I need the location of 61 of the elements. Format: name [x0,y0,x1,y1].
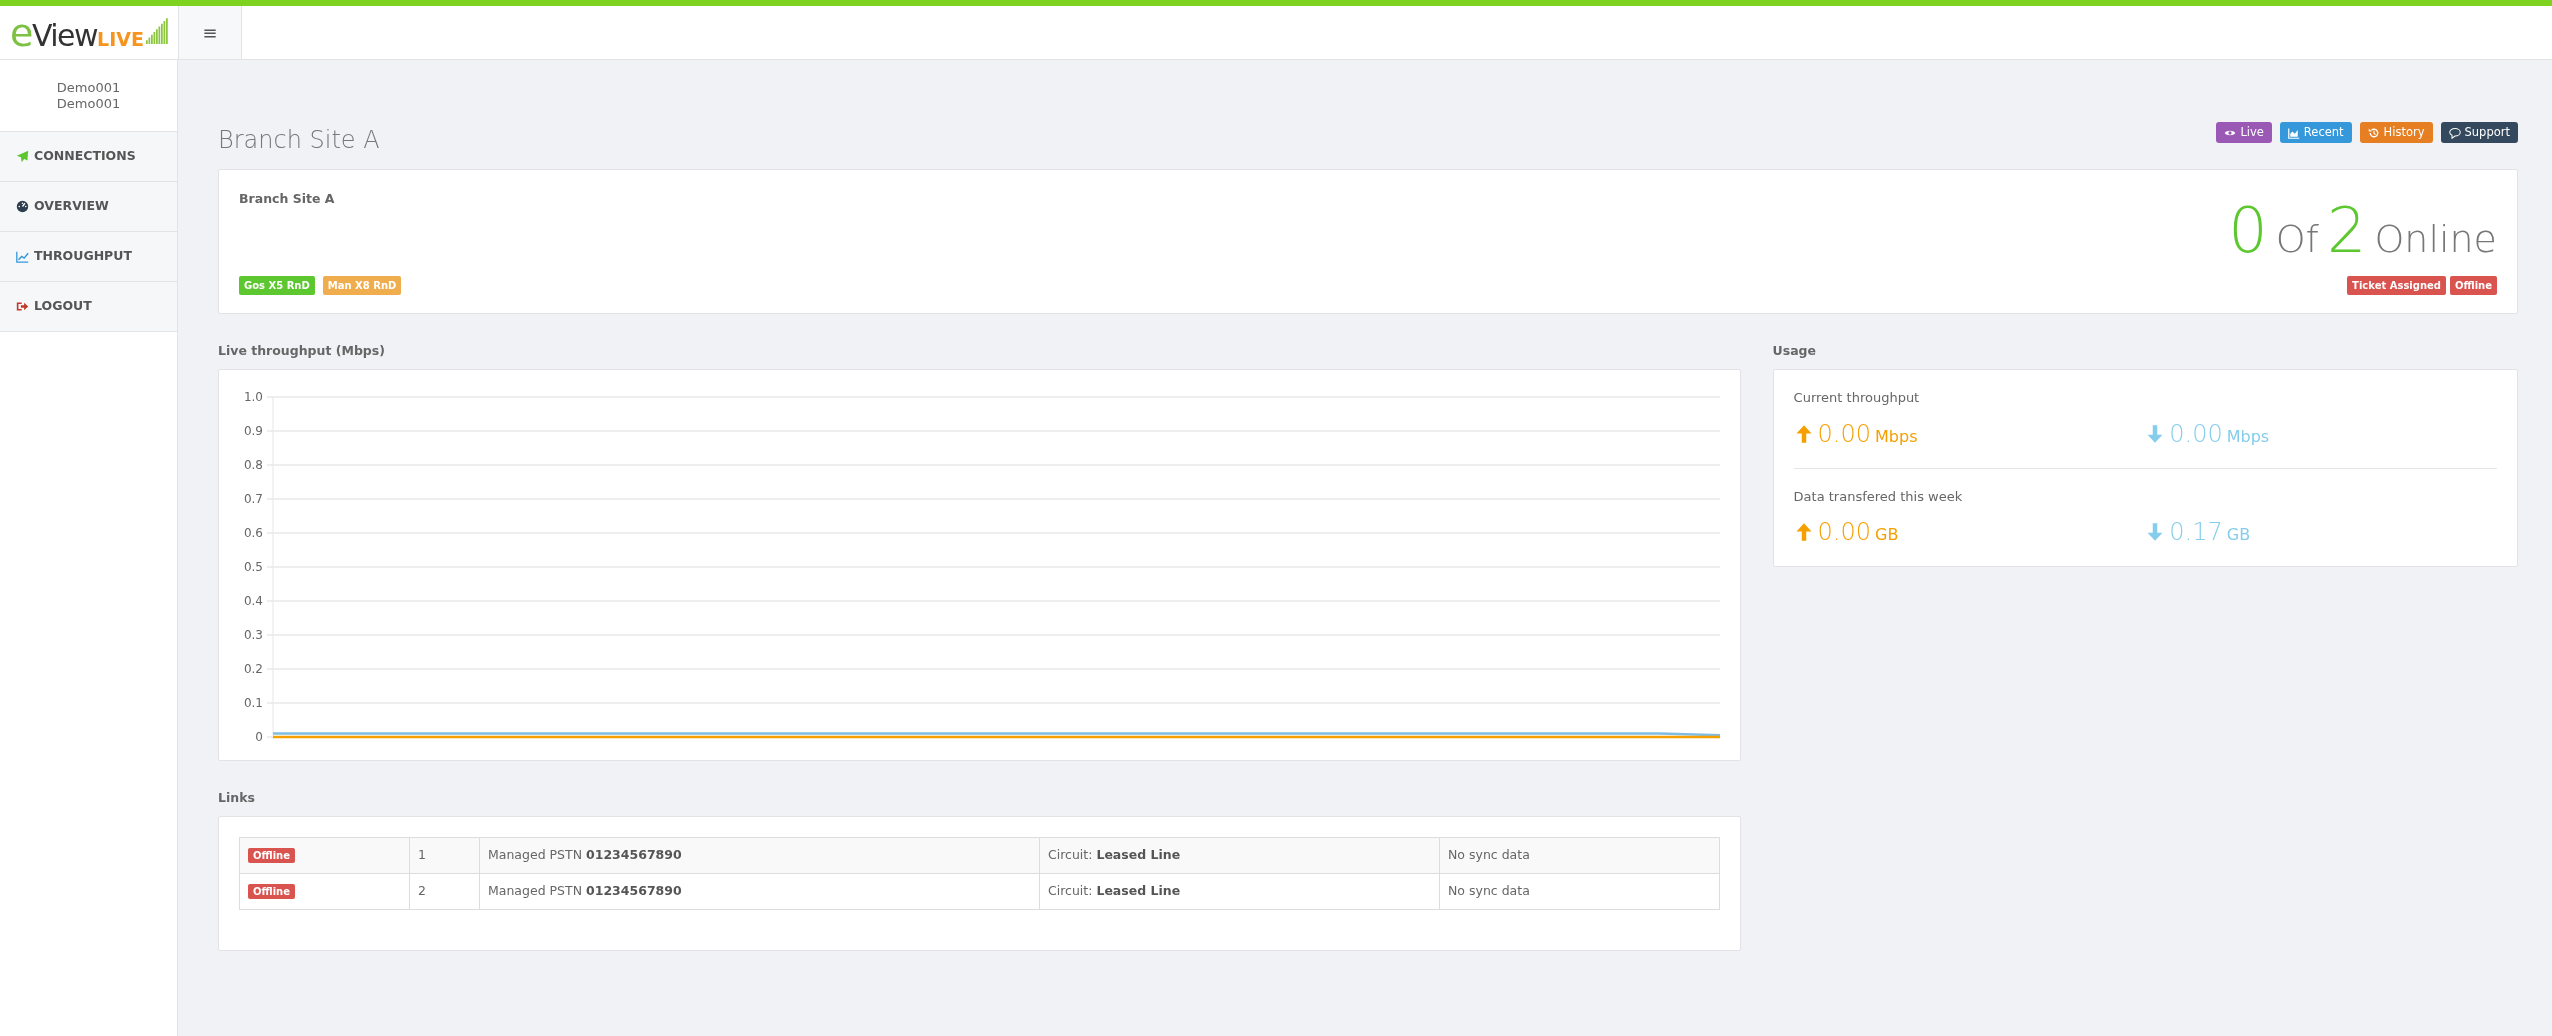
table-cell-text: No sync data [1448,846,1530,862]
stat-unit: Mbps [2226,425,2270,448]
sidebar-item[interactable]: OVERVIEW [0,182,177,233]
stat-value: 0.00 [1817,418,1872,450]
table-cell-text: Circuit: Leased Line [1048,846,1181,862]
y-tick-label: 1.0 [243,390,263,404]
stat-label: Data transfered this week [1793,487,1964,506]
paper-plane-icon [16,150,29,164]
support-button[interactable]: Support [2440,122,2518,144]
page-title: Branch Site A [218,126,380,156]
area-chart-icon [2287,126,2300,139]
chart-title: Live throughput (Mbps) [218,342,386,361]
table-cell-text: No sync data [1448,882,1530,898]
total-count: 2 [2326,200,2367,263]
table-cell-text: 2 [418,882,426,898]
sidebar-item[interactable]: CONNECTIONS [0,132,177,183]
count-text: Of [2275,216,2319,264]
menu-button[interactable]: ≡ [178,6,242,59]
stat-unit: GB [2226,524,2251,546]
stat-value: 0.17 [2169,517,2223,548]
user-name: Demo001 [55,95,122,112]
logo-text: eViewLIVE [10,13,144,52]
y-tick-label: 0.8 [243,458,263,472]
y-tick-label: 0.7 [243,492,263,506]
y-tick-label: 0.3 [243,628,263,642]
stat-label: Current throughput [1793,389,1921,407]
stat-value: 0.00 [2169,418,2223,450]
y-tick-label: 0 [255,730,263,744]
line-chart-icon [16,250,29,264]
online-count: 0 [2228,200,2268,263]
y-tick-label: 0.2 [243,662,263,676]
section-title: Usage [1772,342,1818,361]
user-name: Demo001 [55,80,122,96]
section-title: Links [218,789,256,807]
status-label: Offline [2450,276,2497,296]
site-name: Branch Site A [239,190,336,209]
table-cell-text: 1 [418,846,426,862]
sign-out-icon [16,300,29,314]
stat-value: 0.00 [1817,517,1872,548]
y-tick-label: 0.6 [243,526,263,540]
gauge-icon [16,200,29,214]
table-cell-text: Managed PSTN 01234567890 [488,882,682,898]
device-tag: Gos X5 RnD [239,276,315,296]
sidebar-item[interactable]: THROUGHPUT [0,232,177,283]
speech-bubble-icon [2448,126,2461,139]
table-cell-text: Circuit: Leased Line [1048,882,1181,898]
stat-unit: Mbps [1875,425,1918,448]
device-tag: Man X8 RnD [322,276,402,296]
sidebar-item[interactable]: LOGOUT [0,282,177,333]
stat-unit: GB [1875,524,1899,546]
status-label: Offline [248,847,295,863]
y-tick-label: 0.1 [243,696,263,710]
history-icon [2367,126,2380,139]
count-text: Online [2374,216,2497,264]
live-button[interactable]: Live [2216,122,2272,144]
y-tick-label: 0.4 [243,594,263,608]
status-label: Offline [248,883,295,899]
y-tick-label: 0.5 [243,560,263,574]
status-label: Ticket Assigned [2347,276,2446,296]
y-tick-label: 0.9 [243,424,263,438]
table-cell-text: Managed PSTN 01234567890 [488,846,682,862]
